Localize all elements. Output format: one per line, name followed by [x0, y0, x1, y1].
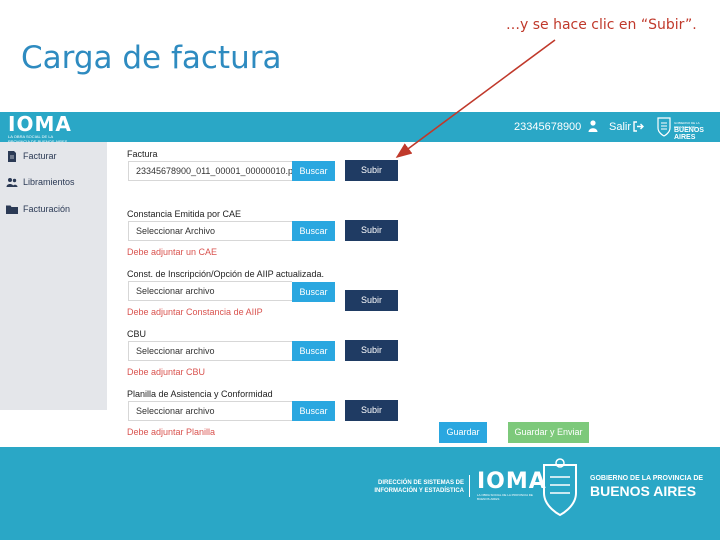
- aiip-buscar-button[interactable]: Buscar: [292, 282, 335, 302]
- ba-logo-line2: BUENOS AIRES: [674, 127, 704, 141]
- cae-file-input[interactable]: Seleccionar Archivo: [128, 221, 292, 241]
- footer-direccion: DIRECCIÓN DE SISTEMAS DE INFORMACIÓN Y E…: [354, 479, 464, 495]
- footer-gobierno-line1: GOBIERNO DE LA PROVINCIA DE: [590, 475, 704, 482]
- aiip-label: Const. de Inscripción/Opción de AIIP act…: [127, 269, 324, 279]
- guardar-button[interactable]: Guardar: [439, 422, 487, 443]
- document-icon: [8, 150, 16, 162]
- planilla-warning: Debe adjuntar Planilla: [127, 427, 216, 437]
- planilla-file-input[interactable]: Seleccionar archivo: [128, 401, 292, 421]
- logout-icon[interactable]: [633, 121, 644, 132]
- cbu-label: CBU: [127, 329, 147, 339]
- footer-gobierno: GOBIERNO DE LA PROVINCIA DE BUENOS AIRES: [590, 475, 703, 499]
- user-id: 23345678900: [514, 121, 582, 133]
- sidebar-item-label: Facturar: [23, 151, 57, 161]
- logo-text: IOMA: [8, 112, 72, 136]
- ioma-logo[interactable]: IOMA LA OBRA SOCIAL DE LA PROVINCIA DE B…: [8, 114, 72, 144]
- footer-ioma-text: IOMA: [477, 469, 547, 494]
- cbu-warning: Debe adjuntar CBU: [127, 367, 206, 377]
- footer-divider: [469, 475, 470, 497]
- sidebar: Facturar Libramientos Facturación: [0, 142, 107, 410]
- aiip-file-input[interactable]: Seleccionar archivo: [128, 281, 292, 301]
- planilla-subir-button[interactable]: Subir: [345, 400, 398, 421]
- people-icon: [6, 177, 18, 187]
- footer-direccion-line1: DIRECCIÓN DE SISTEMAS DE: [377, 480, 464, 486]
- cbu-buscar-button[interactable]: Buscar: [292, 341, 335, 361]
- factura-file-input[interactable]: 23345678900_011_00001_00000010.pdf: [128, 161, 292, 181]
- cae-label: Constancia Emitida por CAE: [127, 209, 242, 219]
- app-footer: DIRECCIÓN DE SISTEMAS DE INFORMACIÓN Y E…: [0, 447, 720, 540]
- sidebar-item-facturacion[interactable]: Facturación: [6, 202, 70, 216]
- cbu-file-input[interactable]: Seleccionar archivo: [128, 341, 292, 361]
- folder-icon: [6, 205, 18, 214]
- app-header: IOMA LA OBRA SOCIAL DE LA PROVINCIA DE B…: [0, 112, 720, 144]
- planilla-buscar-button[interactable]: Buscar: [292, 401, 335, 421]
- sidebar-item-libramientos[interactable]: Libramientos: [6, 175, 75, 189]
- footer-direccion-line2: INFORMACIÓN Y ESTADÍSTICA: [374, 488, 464, 494]
- footer-gobierno-line2: BUENOS AIRES: [590, 483, 697, 499]
- annotation-text: …y se hace clic en “Subir”.: [506, 17, 697, 33]
- sidebar-item-label: Facturación: [23, 204, 71, 214]
- planilla-label: Planilla de Asistencia y Conformidad: [127, 389, 273, 399]
- factura-label: Factura: [127, 149, 158, 159]
- slide-title: Carga de factura: [21, 40, 282, 76]
- provincial-shield-icon: [543, 458, 577, 517]
- sidebar-item-facturar[interactable]: Facturar: [6, 149, 57, 163]
- user-icon: [588, 120, 598, 132]
- footer-ioma-logo: IOMA LA OBRA SOCIAL DE LA PROVINCIA DE B…: [477, 469, 547, 502]
- footer-ioma-subtext: LA OBRA SOCIAL DE LA PROVINCIA DE BUENOS…: [477, 493, 533, 501]
- aiip-subir-button[interactable]: Subir: [345, 290, 398, 311]
- cae-subir-button[interactable]: Subir: [345, 220, 398, 241]
- cbu-subir-button[interactable]: Subir: [345, 340, 398, 361]
- buenos-aires-logo: GOBIERNO DE LA PROVINCIA DE BUENOS AIRES: [657, 117, 715, 141]
- guardar-enviar-button[interactable]: Guardar y Enviar: [508, 422, 589, 443]
- factura-buscar-button[interactable]: Buscar: [292, 161, 335, 181]
- provincial-shield-icon: [657, 117, 671, 137]
- sidebar-item-label: Libramientos: [23, 177, 75, 187]
- factura-subir-button[interactable]: Subir: [345, 160, 398, 181]
- aiip-warning: Debe adjuntar Constancia de AIIP: [127, 307, 263, 317]
- cae-buscar-button[interactable]: Buscar: [292, 221, 335, 241]
- cae-warning: Debe adjuntar un CAE: [127, 247, 218, 257]
- logout-link[interactable]: Salir: [609, 121, 631, 133]
